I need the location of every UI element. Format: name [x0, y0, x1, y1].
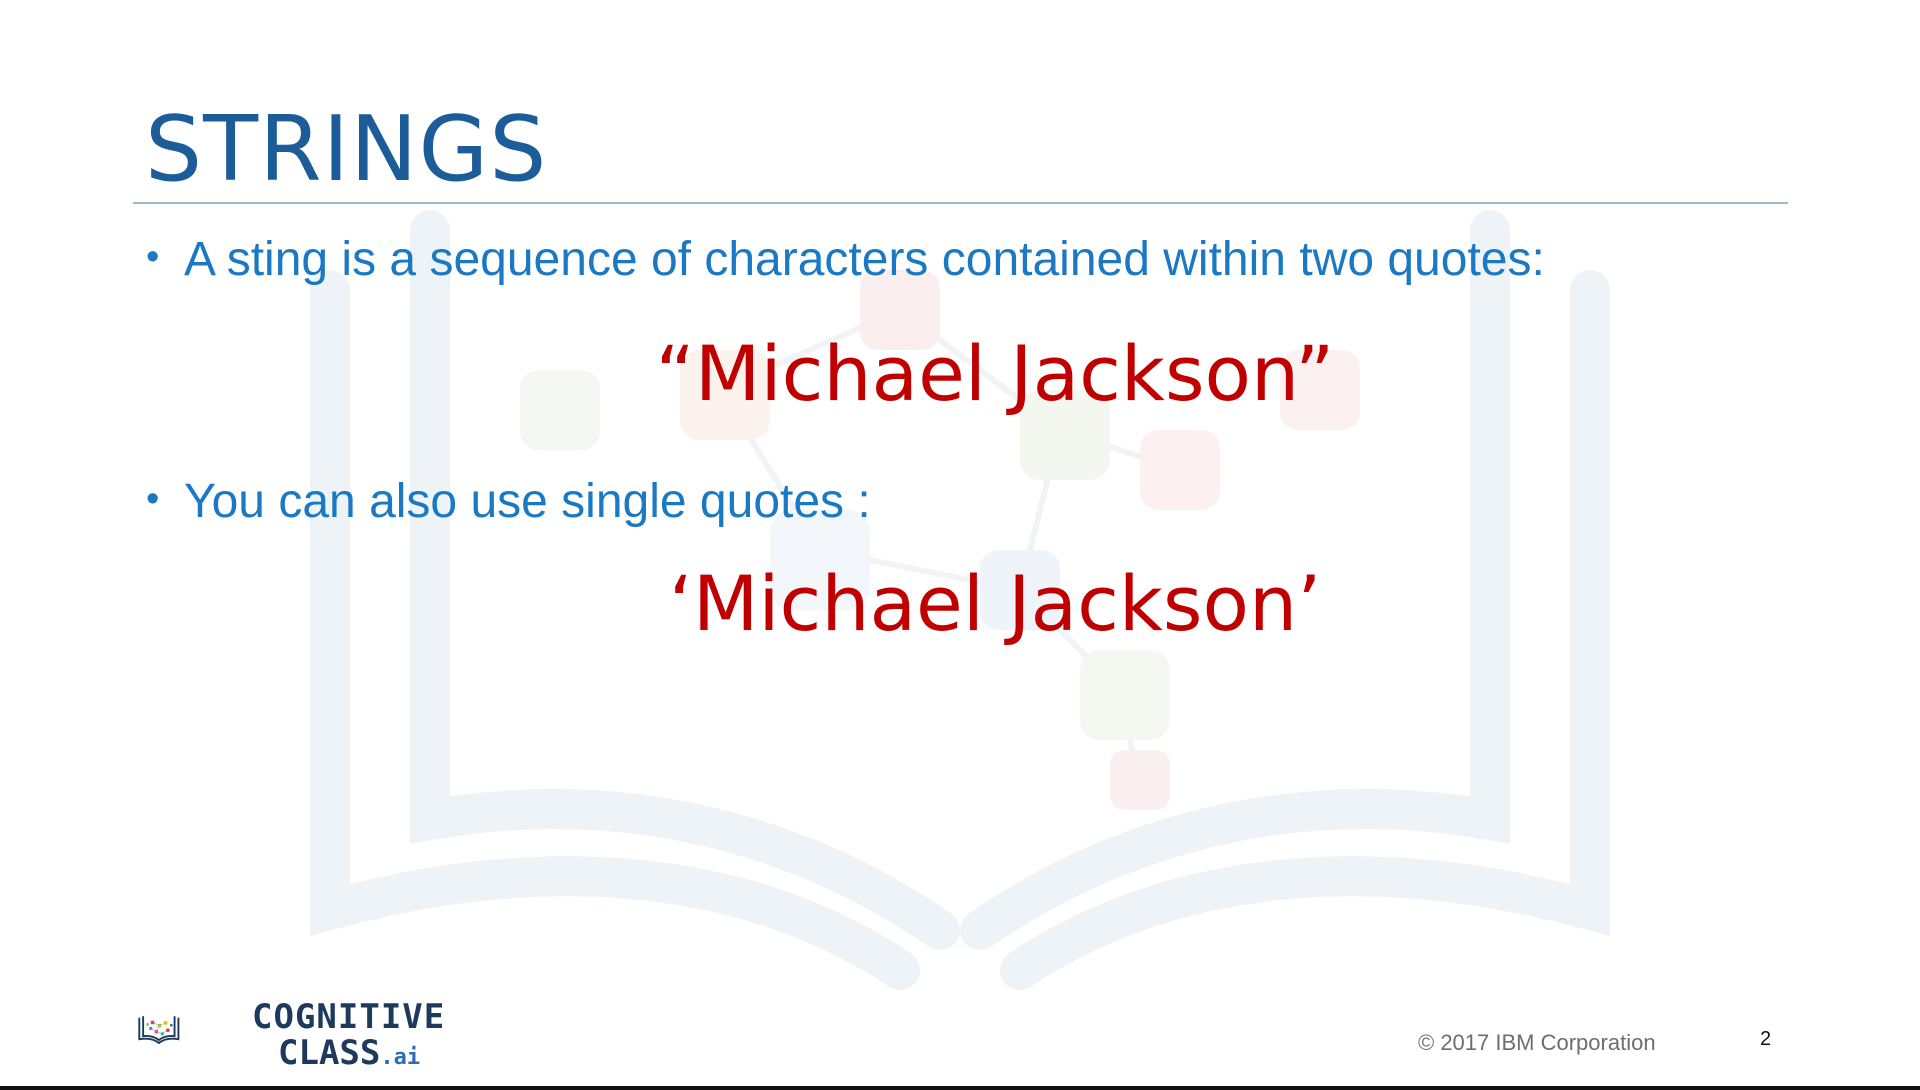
- example-single-quotes: ‘Michael Jackson’: [668, 559, 1322, 648]
- bullet-glyph: •: [146, 478, 160, 520]
- example-double-quotes: “Michael Jackson”: [655, 329, 1335, 418]
- bullet-item: • You can also use single quotes :: [146, 478, 871, 526]
- bullet-text: A sting is a sequence of characters cont…: [184, 233, 1545, 286]
- bottom-border: [0, 1086, 1920, 1090]
- slide-title: STRINGS: [145, 97, 548, 202]
- bullet-text: You can also use single quotes :: [184, 475, 871, 528]
- title-divider: [133, 202, 1788, 204]
- logo-line-class: CLASS.ai: [252, 1036, 445, 1070]
- logo-class-text: CLASS: [278, 1033, 381, 1073]
- logo-ai-suffix: .ai: [380, 1045, 421, 1070]
- slide: STRINGS • A sting is a sequence of charac…: [0, 0, 1920, 1090]
- bullet-glyph: •: [146, 236, 160, 278]
- bullet-item: • A sting is a sequence of characters con…: [146, 236, 1545, 284]
- copyright-text: © 2017 IBM Corporation: [1418, 1030, 1656, 1055]
- cognitive-class-logo-icon: [138, 1016, 180, 1044]
- page-number: 2: [1760, 1028, 1772, 1050]
- logo-wordmark: COGNITIVE CLASS.ai: [252, 1000, 445, 1070]
- logo-line-cognitive: COGNITIVE: [252, 997, 446, 1037]
